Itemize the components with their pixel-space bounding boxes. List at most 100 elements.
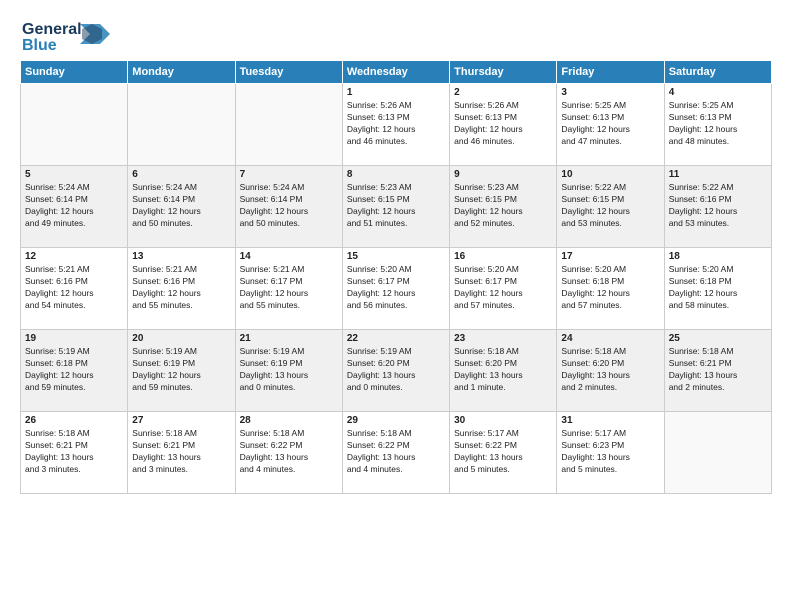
day-number: 15 [347, 251, 445, 262]
day-info: Sunrise: 5:21 AM Sunset: 6:16 PM Dayligh… [132, 264, 230, 312]
day-number: 19 [25, 333, 123, 344]
day-cell: 8 Sunrise: 5:23 AM Sunset: 6:15 PM Daylig… [342, 166, 449, 248]
day-cell: 6 Sunrise: 5:24 AM Sunset: 6:14 PM Daylig… [128, 166, 235, 248]
day-info: Sunrise: 5:18 AM Sunset: 6:21 PM Dayligh… [669, 346, 767, 394]
day-number: 3 [561, 87, 659, 98]
day-cell: 3Sunrise: 5:25 AM Sunset: 6:13 PM Daylig… [557, 84, 664, 166]
col-header-saturday: Saturday [664, 61, 771, 84]
day-cell: 1Sunrise: 5:26 AM Sunset: 6:13 PM Daylig… [342, 84, 449, 166]
day-cell: 14 Sunrise: 5:21 AM Sunset: 6:17 PM Dayli… [235, 248, 342, 330]
day-number: 16 [454, 251, 552, 262]
day-number: 22 [347, 333, 445, 344]
day-info: Sunrise: 5:21 AM Sunset: 6:17 PM Dayligh… [240, 264, 338, 312]
day-cell [664, 412, 771, 494]
day-number: 28 [240, 415, 338, 426]
day-cell: 16Sunrise: 5:20 AM Sunset: 6:17 PM Dayli… [450, 248, 557, 330]
day-info: Sunrise: 5:18 AM Sunset: 6:22 PM Dayligh… [240, 428, 338, 476]
col-header-tuesday: Tuesday [235, 61, 342, 84]
day-info: Sunrise: 5:19 AM Sunset: 6:19 PM Dayligh… [240, 346, 338, 394]
day-info: Sunrise: 5:23 AM Sunset: 6:15 PM Dayligh… [347, 182, 445, 230]
day-number: 17 [561, 251, 659, 262]
day-number: 1 [347, 87, 445, 98]
day-number: 18 [669, 251, 767, 262]
day-number: 29 [347, 415, 445, 426]
day-cell: 27Sunrise: 5:18 AM Sunset: 6:21 PM Dayli… [128, 412, 235, 494]
day-cell: 20 Sunrise: 5:19 AM Sunset: 6:19 PM Dayli… [128, 330, 235, 412]
day-number: 8 [347, 169, 445, 180]
day-number: 9 [454, 169, 552, 180]
day-cell: 25 Sunrise: 5:18 AM Sunset: 6:21 PM Dayli… [664, 330, 771, 412]
day-cell: 30 Sunrise: 5:17 AM Sunset: 6:22 PM Dayli… [450, 412, 557, 494]
day-cell: 26 Sunrise: 5:18 AM Sunset: 6:21 PM Dayli… [21, 412, 128, 494]
day-info: Sunrise: 5:20 AM Sunset: 6:18 PM Dayligh… [669, 264, 767, 312]
day-number: 4 [669, 87, 767, 98]
day-info: Sunrise: 5:20 AM Sunset: 6:17 PM Dayligh… [347, 264, 445, 312]
day-cell: 7 Sunrise: 5:24 AM Sunset: 6:14 PM Daylig… [235, 166, 342, 248]
day-cell: 12Sunrise: 5:21 AM Sunset: 6:16 PM Dayli… [21, 248, 128, 330]
day-info: Sunrise: 5:22 AM Sunset: 6:15 PM Dayligh… [561, 182, 659, 230]
day-number: 12 [25, 251, 123, 262]
day-cell: 4Sunrise: 5:25 AM Sunset: 6:13 PM Daylig… [664, 84, 771, 166]
day-number: 21 [240, 333, 338, 344]
col-header-thursday: Thursday [450, 61, 557, 84]
day-info: Sunrise: 5:20 AM Sunset: 6:18 PM Dayligh… [561, 264, 659, 312]
day-cell [21, 84, 128, 166]
day-number: 14 [240, 251, 338, 262]
day-number: 11 [669, 169, 767, 180]
week-row-4: 26 Sunrise: 5:18 AM Sunset: 6:21 PM Dayli… [21, 412, 772, 494]
day-cell: 23Sunrise: 5:18 AM Sunset: 6:20 PM Dayli… [450, 330, 557, 412]
day-cell: 2 Sunrise: 5:26 AM Sunset: 6:13 PM Daylig… [450, 84, 557, 166]
day-number: 26 [25, 415, 123, 426]
day-info: Sunrise: 5:18 AM Sunset: 6:20 PM Dayligh… [454, 346, 552, 394]
logo: General Blue [20, 16, 110, 54]
col-header-monday: Monday [128, 61, 235, 84]
day-number: 20 [132, 333, 230, 344]
day-cell: 5Sunrise: 5:24 AM Sunset: 6:14 PM Daylig… [21, 166, 128, 248]
col-header-wednesday: Wednesday [342, 61, 449, 84]
day-info: Sunrise: 5:23 AM Sunset: 6:15 PM Dayligh… [454, 182, 552, 230]
day-number: 13 [132, 251, 230, 262]
day-info: Sunrise: 5:18 AM Sunset: 6:21 PM Dayligh… [132, 428, 230, 476]
day-cell: 21 Sunrise: 5:19 AM Sunset: 6:19 PM Dayli… [235, 330, 342, 412]
week-row-3: 19 Sunrise: 5:19 AM Sunset: 6:18 PM Dayli… [21, 330, 772, 412]
day-number: 2 [454, 87, 552, 98]
svg-text:General: General [22, 21, 82, 38]
week-row-0: 1 Sunrise: 5:26 AM Sunset: 6:13 PM Daylig… [21, 84, 772, 166]
day-number: 31 [561, 415, 659, 426]
day-info: Sunrise: 5:19 AM Sunset: 6:18 PM Dayligh… [25, 346, 123, 394]
day-info: Sunrise: 5:19 AM Sunset: 6:19 PM Dayligh… [132, 346, 230, 394]
day-cell: 13 Sunrise: 5:21 AM Sunset: 6:16 PM Dayli… [128, 248, 235, 330]
day-info: Sunrise: 5:17 AM Sunset: 6:23 PM Dayligh… [561, 428, 659, 476]
day-info: Sunrise: 5:24 AM Sunset: 6:14 PM Dayligh… [132, 182, 230, 230]
day-number: 6 [132, 169, 230, 180]
page: General Blue SundayMondayTuesdayWednesda… [0, 0, 792, 612]
day-cell: 18 Sunrise: 5:20 AM Sunset: 6:18 PM Dayli… [664, 248, 771, 330]
calendar-table: SundayMondayTuesdayWednesdayThursdayFrid… [20, 60, 772, 494]
week-row-2: 12 Sunrise: 5:21 AM Sunset: 6:16 PM Dayli… [21, 248, 772, 330]
col-header-friday: Friday [557, 61, 664, 84]
header: General Blue [20, 16, 772, 54]
day-cell: 22 Sunrise: 5:19 AM Sunset: 6:20 PM Dayli… [342, 330, 449, 412]
day-info: Sunrise: 5:17 AM Sunset: 6:22 PM Dayligh… [454, 428, 552, 476]
day-number: 7 [240, 169, 338, 180]
day-info: Sunrise: 5:26 AM Sunset: 6:13 PM Dayligh… [454, 100, 552, 148]
day-cell: 24Sunrise: 5:18 AM Sunset: 6:20 PM Dayli… [557, 330, 664, 412]
day-info: Sunrise: 5:18 AM Sunset: 6:22 PM Dayligh… [347, 428, 445, 476]
logo-svg: General Blue [20, 16, 110, 54]
day-info: Sunrise: 5:24 AM Sunset: 6:14 PM Dayligh… [240, 182, 338, 230]
day-number: 24 [561, 333, 659, 344]
day-cell: 9 Sunrise: 5:23 AM Sunset: 6:15 PM Daylig… [450, 166, 557, 248]
day-info: Sunrise: 5:19 AM Sunset: 6:20 PM Dayligh… [347, 346, 445, 394]
col-header-sunday: Sunday [21, 61, 128, 84]
day-cell: 10 Sunrise: 5:22 AM Sunset: 6:15 PM Dayli… [557, 166, 664, 248]
day-cell: 15 Sunrise: 5:20 AM Sunset: 6:17 PM Dayli… [342, 248, 449, 330]
day-cell [235, 84, 342, 166]
day-info: Sunrise: 5:22 AM Sunset: 6:16 PM Dayligh… [669, 182, 767, 230]
day-cell: 29 Sunrise: 5:18 AM Sunset: 6:22 PM Dayli… [342, 412, 449, 494]
day-info: Sunrise: 5:24 AM Sunset: 6:14 PM Dayligh… [25, 182, 123, 230]
day-number: 30 [454, 415, 552, 426]
day-number: 10 [561, 169, 659, 180]
day-number: 25 [669, 333, 767, 344]
day-cell [128, 84, 235, 166]
day-info: Sunrise: 5:18 AM Sunset: 6:21 PM Dayligh… [25, 428, 123, 476]
